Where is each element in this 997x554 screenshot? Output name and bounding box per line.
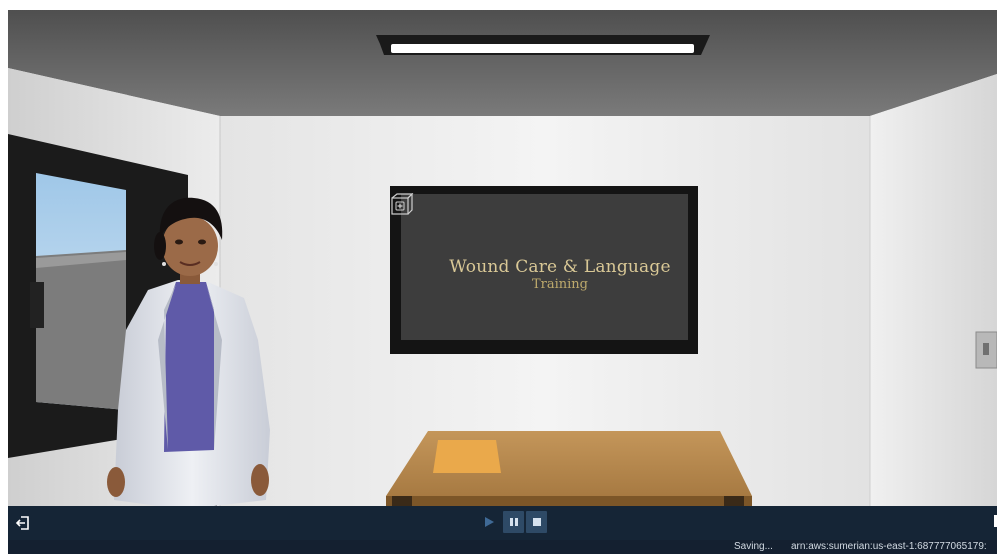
playback-toolbar	[8, 506, 997, 540]
stop-button[interactable]	[526, 511, 547, 533]
folder	[433, 440, 501, 473]
training-board	[390, 186, 698, 354]
room-scene	[8, 10, 997, 506]
exit-door-icon[interactable]	[14, 514, 32, 532]
scene-viewport[interactable]: Wound Care & Language Training	[8, 10, 997, 506]
light-switch	[975, 331, 997, 369]
table	[386, 431, 752, 506]
ceiling-light	[376, 35, 710, 55]
right-wall	[870, 74, 997, 506]
pause-button[interactable]	[503, 511, 524, 533]
stop-icon	[532, 518, 541, 526]
pause-icon	[509, 518, 518, 526]
ceiling	[8, 10, 997, 116]
saving-status: Saving...	[734, 541, 773, 552]
scene-arn: arn:aws:sumerian:us-east-1:687777065179:	[791, 541, 987, 552]
status-bar: Saving... arn:aws:sumerian:us-east-1:687…	[8, 540, 997, 554]
play-icon[interactable]	[482, 515, 496, 529]
